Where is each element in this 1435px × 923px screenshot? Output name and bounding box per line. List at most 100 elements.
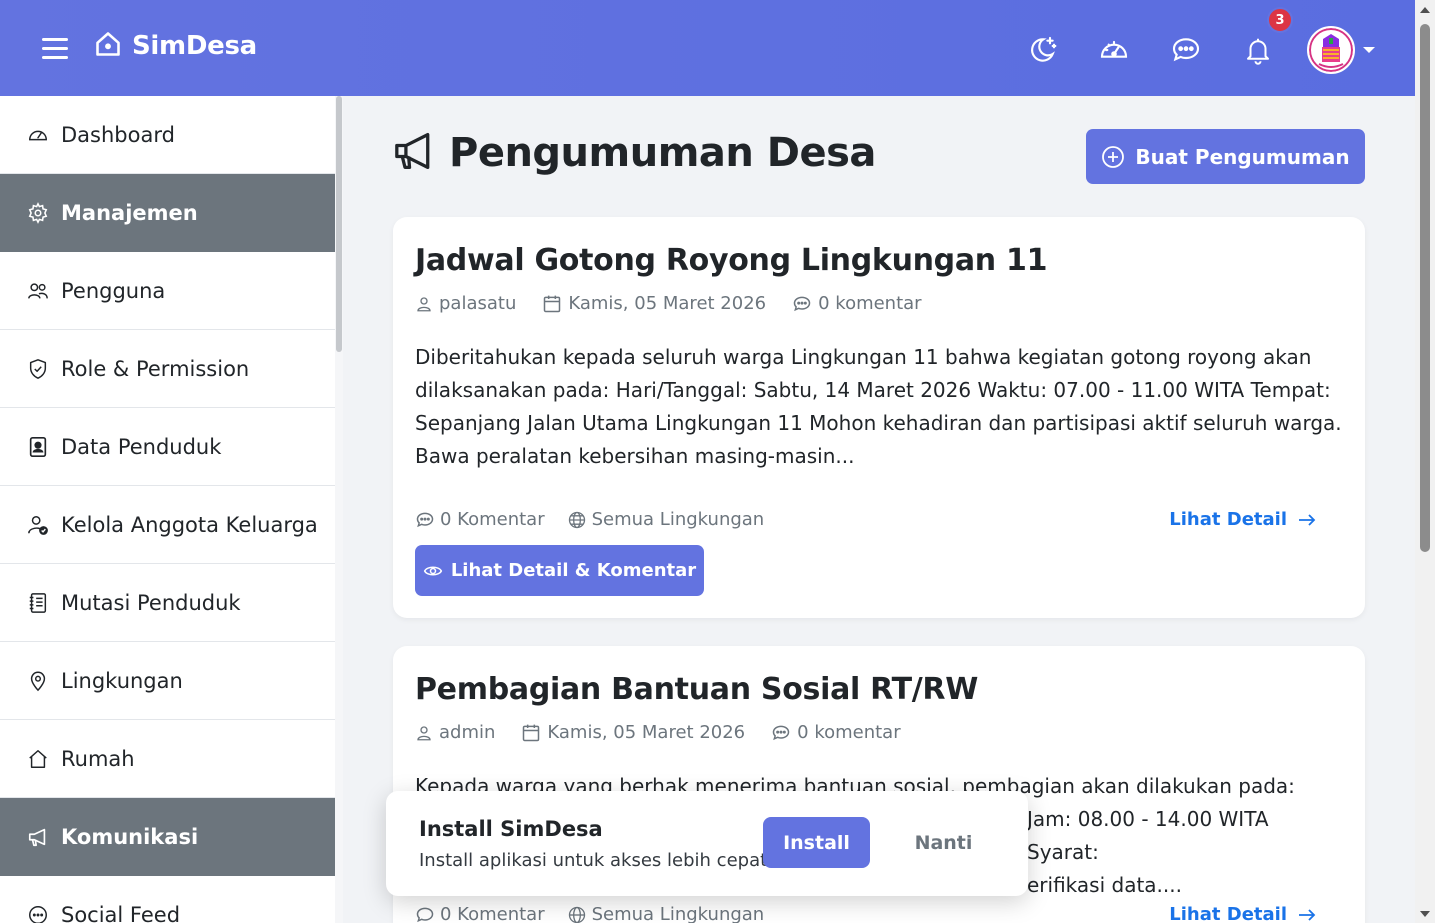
sidebar-scroll-thumb[interactable] — [336, 96, 342, 352]
brand[interactable]: SimDesa — [94, 30, 257, 62]
sidebar-item-data-penduduk[interactable]: Data Penduduk — [0, 408, 335, 486]
comment-icon — [772, 725, 790, 740]
comment-icon — [416, 907, 434, 922]
sidebar-item-kelola-anggota-keluarga[interactable]: Kelola Anggota Keluarga — [0, 486, 335, 564]
menu-toggle-icon[interactable] — [42, 38, 68, 60]
plus-circle-icon — [1102, 145, 1125, 168]
sidebar-item-label: Lingkungan — [61, 668, 183, 693]
sidebar-item-label: Manajemen — [61, 201, 198, 225]
footer-comment-count: 0 Komentar — [440, 509, 545, 530]
body-line: Diberitahukan kepada seluruh warga Lingk… — [415, 345, 1312, 369]
view-detail-label: Lihat Detail — [1169, 509, 1287, 530]
sidebar-item-social-feed[interactable]: Social Feed — [0, 876, 335, 923]
chevron-down-icon — [1363, 47, 1375, 53]
gear-icon — [27, 202, 49, 224]
announcement-card: Jadwal Gotong Royong Lingkungan 11 palas… — [393, 217, 1365, 618]
sidebar-item-rumah[interactable]: Rumah — [0, 720, 335, 798]
sidebar-item-dashboard[interactable]: Dashboard — [0, 96, 335, 174]
eye-icon — [423, 566, 442, 575]
sidebar-item-label: Role & Permission — [61, 356, 250, 381]
body-line: Bawa peralatan kebersihan masing-masin..… — [415, 444, 855, 468]
announcement-author: admin — [439, 722, 496, 743]
create-announcement-button[interactable]: Buat Pengumuman — [1086, 129, 1365, 184]
footer-comment-count: 0 Komentar — [440, 904, 545, 923]
announcement-scope: Semua Lingkungan — [591, 904, 765, 923]
messages-icon[interactable] — [1163, 27, 1209, 73]
install-button[interactable]: Install — [763, 817, 870, 868]
users-icon — [27, 280, 49, 302]
sidebar: Dashboard Manajemen Pengguna Role & Perm… — [0, 96, 335, 923]
body-line: dilaksanakan pada: Hari/Tanggal: Sabtu, … — [415, 378, 1331, 402]
sidebar-item-role-permission[interactable]: Role & Permission — [0, 330, 335, 408]
view-detail-label: Lihat Detail — [1169, 904, 1287, 923]
gauge-icon — [27, 124, 49, 146]
user-check-icon — [27, 514, 49, 536]
announcement-comment-count: 0 komentar — [797, 722, 901, 743]
dark-mode-icon[interactable] — [1019, 27, 1065, 73]
sidebar-item-lingkungan[interactable]: Lingkungan — [0, 642, 335, 720]
page-header: Pengumuman Desa — [393, 130, 876, 176]
sidebar-item-label: Komunikasi — [61, 825, 199, 849]
announcement-meta: admin Kamis, 05 Maret 2026 0 komentar — [415, 722, 927, 743]
sidebar-item-label: Kelola Anggota Keluarga — [61, 512, 318, 537]
sidebar-section-komunikasi[interactable]: Komunikasi — [0, 798, 335, 876]
sidebar-item-pengguna[interactable]: Pengguna — [0, 252, 335, 330]
comment-icon — [416, 512, 434, 527]
announcement-title[interactable]: Pembagian Bantuan Sosial RT/RW — [415, 672, 978, 707]
sidebar-item-mutasi-penduduk[interactable]: Mutasi Penduduk — [0, 564, 335, 642]
install-title: Install SimDesa — [419, 817, 603, 841]
create-announcement-label: Buat Pengumuman — [1135, 144, 1350, 169]
house-icon — [27, 748, 49, 770]
sidebar-scrollbar[interactable] — [335, 96, 343, 923]
announcement-comment-count: 0 komentar — [818, 293, 922, 314]
announcement-footer: 0 Komentar Semua Lingkungan — [415, 509, 786, 530]
megaphone-icon — [27, 826, 49, 848]
top-actions: 3 — [993, 7, 1375, 74]
scroll-down-icon[interactable] — [1420, 911, 1430, 917]
sidebar-item-label: Mutasi Penduduk — [61, 590, 241, 615]
body-line: Sepanjang Jalan Utama Lingkungan 11 Moho… — [415, 411, 1342, 435]
chat-icon — [27, 904, 49, 923]
sidebar-item-label: Pengguna — [61, 278, 166, 303]
megaphone-icon — [393, 131, 437, 175]
page-scroll-thumb[interactable] — [1420, 24, 1430, 552]
user-icon — [417, 296, 431, 311]
announcement-meta: palasatu Kamis, 05 Maret 2026 0 komentar — [415, 293, 948, 314]
announcement-title[interactable]: Jadwal Gotong Royong Lingkungan 11 — [415, 243, 1047, 278]
page-title: Pengumuman Desa — [449, 130, 876, 176]
install-prompt: Install SimDesa Install aplikasi untuk a… — [386, 791, 1028, 896]
view-detail-comment-button[interactable]: Lihat Detail & Komentar — [415, 545, 704, 596]
announcement-body: Diberitahukan kepada seluruh warga Lingk… — [415, 341, 1345, 473]
view-detail-comment-label: Lihat Detail & Komentar — [450, 560, 697, 581]
scroll-up-icon[interactable] — [1420, 7, 1430, 13]
announcement-scope: Semua Lingkungan — [591, 509, 765, 530]
announcement-author: palasatu — [439, 293, 517, 314]
view-detail-link[interactable]: Lihat Detail — [1169, 509, 1317, 530]
announcement-footer: 0 Komentar Semua Lingkungan — [415, 904, 786, 923]
announcement-date: Kamis, 05 Maret 2026 — [547, 722, 746, 743]
bell-icon[interactable]: 3 — [1235, 7, 1293, 73]
map-pin-icon — [27, 670, 49, 692]
calendar-icon — [544, 295, 561, 312]
journal-icon — [27, 592, 49, 614]
sidebar-item-label: Social Feed — [61, 902, 181, 923]
user-icon — [417, 725, 431, 740]
sidebar-section-manajemen[interactable]: Manajemen — [0, 174, 335, 252]
speedometer-icon[interactable] — [1091, 27, 1137, 73]
view-detail-link[interactable]: Lihat Detail — [1169, 904, 1317, 923]
later-button[interactable]: Nanti — [896, 817, 991, 868]
sidebar-item-label: Dashboard — [61, 122, 175, 147]
home-icon — [94, 30, 122, 62]
avatar — [1307, 26, 1355, 74]
top-navbar: SimDesa 3 — [0, 0, 1415, 96]
arrow-right-icon — [1299, 513, 1316, 526]
id-card-icon — [27, 436, 49, 458]
page-scrollbar[interactable] — [1415, 0, 1435, 923]
sidebar-item-label: Rumah — [61, 746, 135, 771]
user-menu[interactable] — [1307, 26, 1375, 74]
shield-icon — [27, 358, 49, 380]
brand-name: SimDesa — [132, 31, 257, 61]
sidebar-item-label: Data Penduduk — [61, 434, 222, 459]
globe-icon — [568, 511, 585, 528]
install-subtitle: Install aplikasi untuk akses lebih cepat — [419, 850, 768, 871]
